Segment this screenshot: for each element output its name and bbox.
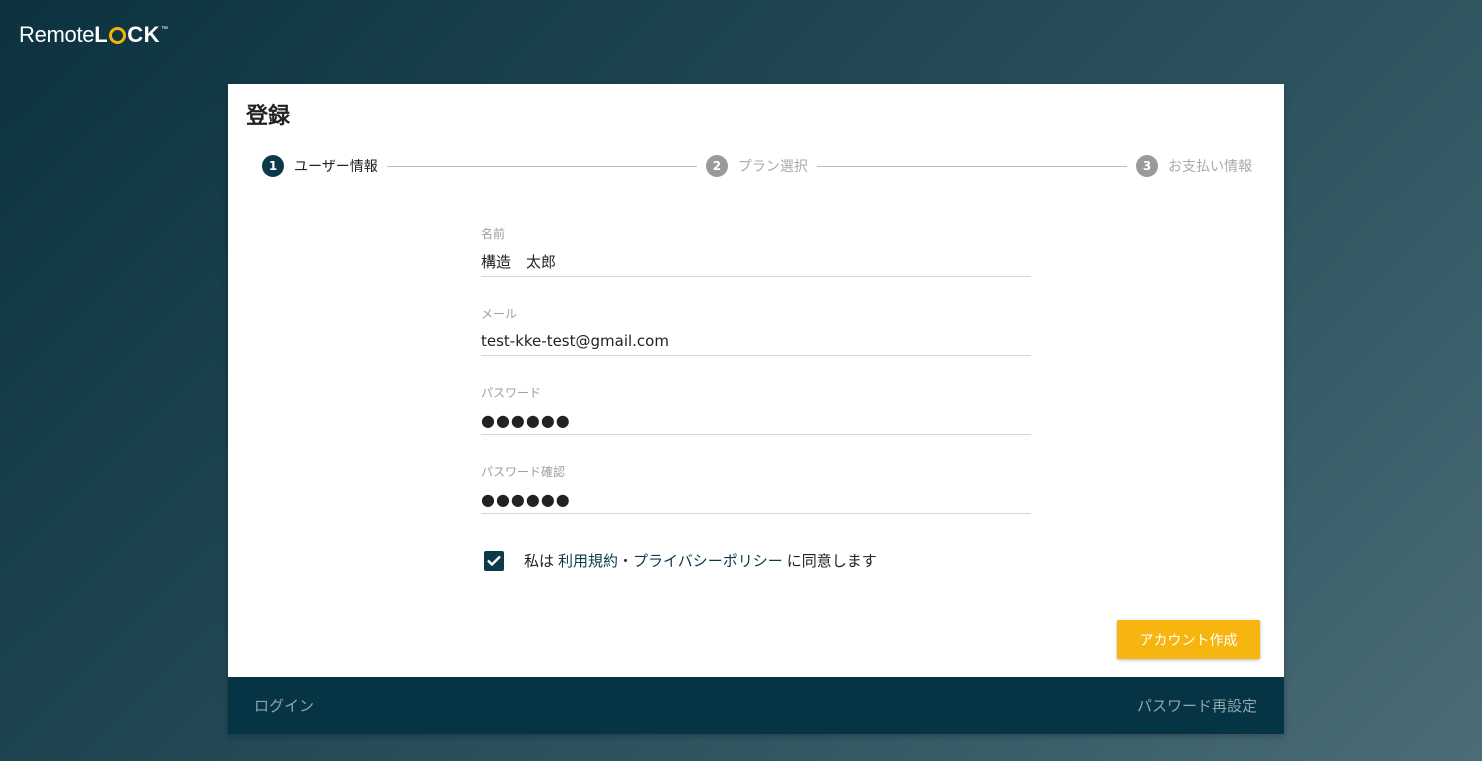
remotelock-logo: Remote L CK ™	[19, 22, 168, 48]
password-reset-link[interactable]: パスワード再設定	[1137, 695, 1257, 716]
stepper: 1 ユーザー情報 2 プラン選択 3 お支払い情報	[262, 154, 1252, 178]
terms-suffix: に同意します	[786, 552, 877, 570]
email-input[interactable]	[481, 330, 1031, 352]
password-confirm-label: パスワード確認	[481, 465, 566, 479]
email-field: メール	[481, 305, 1031, 356]
signup-card: 登録 1 ユーザー情報 2 プラン選択 3 お支払い情報 名前 メール パスワー…	[228, 84, 1284, 734]
terms-text: 私は 利用規約・プライバシーポリシー に同意します	[524, 550, 877, 571]
terms-prefix: 私は	[524, 552, 555, 570]
create-account-button[interactable]: アカウント作成	[1117, 620, 1260, 659]
password-input[interactable]	[481, 409, 1031, 431]
name-field: 名前	[481, 225, 1031, 277]
terms-agreement: 私は 利用規約・プライバシーポリシー に同意します	[484, 550, 877, 571]
step-label: ユーザー情報	[294, 159, 378, 175]
logo-text-remote: Remote	[19, 22, 95, 47]
step-number: 1	[262, 155, 284, 177]
login-link[interactable]: ログイン	[254, 695, 314, 716]
password-field: パスワード	[481, 384, 1031, 435]
step-number: 2	[705, 155, 728, 177]
name-label: 名前	[481, 227, 506, 241]
step-plan: 2 プラン選択	[705, 155, 808, 177]
step-payment: 3 お支払い情報	[1136, 155, 1252, 177]
logo-text-lock: L CK	[94, 22, 160, 47]
terms-checkbox[interactable]	[484, 550, 504, 571]
lock-o-icon	[109, 26, 127, 44]
password-confirm-input[interactable]	[481, 488, 1031, 510]
step-connector	[386, 165, 697, 167]
step-label: お支払い情報	[1168, 159, 1253, 175]
step-label: プラン選択	[737, 159, 808, 175]
password-confirm-field: パスワード確認	[481, 463, 1031, 514]
password-label: パスワード	[481, 386, 542, 400]
trademark: ™	[160, 26, 168, 33]
name-input[interactable]	[481, 250, 1031, 272]
terms-privacy-link[interactable]: 利用規約・プライバシーポリシー	[558, 550, 783, 571]
step-user-info: 1 ユーザー情報	[262, 155, 378, 177]
page-title: 登録	[246, 104, 291, 129]
email-label: メール	[481, 307, 518, 321]
step-connector	[816, 165, 1128, 167]
check-icon	[487, 555, 501, 566]
card-footer: ログイン パスワード再設定	[228, 677, 1284, 734]
step-number: 3	[1136, 155, 1159, 177]
